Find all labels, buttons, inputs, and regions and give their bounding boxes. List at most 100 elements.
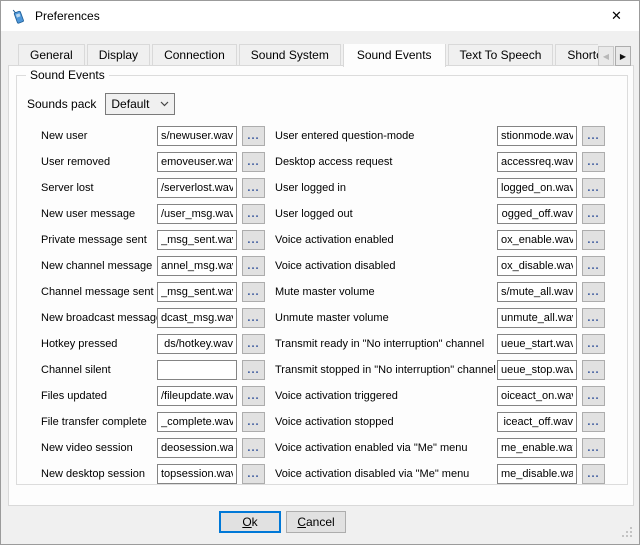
sound-file-input[interactable] [497,334,577,354]
browse-button[interactable]: ... [582,334,605,354]
sound-events-groupbox: Sound Events Sounds pack Default New use… [16,75,628,485]
resize-grip[interactable] [622,527,634,539]
chevron-down-icon [160,101,169,107]
sound-file-input[interactable] [157,152,237,172]
browse-button[interactable]: ... [582,412,605,432]
browse-button[interactable]: ... [242,334,265,354]
sound-event-row: New user message... [41,201,265,227]
sound-event-row: Desktop access request... [275,149,606,175]
sound-file-input[interactable] [497,256,577,276]
sound-file-input[interactable] [497,308,577,328]
sound-event-row: User logged in... [275,175,606,201]
browse-button[interactable]: ... [582,464,605,484]
sound-event-label: User entered question-mode [275,130,497,142]
browse-button[interactable]: ... [242,282,265,302]
browse-button[interactable]: ... [582,204,605,224]
sound-file-input[interactable] [157,412,237,432]
tab-shortcuts[interactable]: Shortcuts [555,44,598,65]
sounds-pack-select[interactable]: Default [105,93,175,115]
sound-file-input[interactable] [157,334,237,354]
sound-event-row: New video session... [41,435,265,461]
sound-event-label: Channel message sent [41,286,157,298]
tab-page-sound-events: Sound Events Sounds pack Default New use… [8,65,634,506]
browse-button[interactable]: ... [242,126,265,146]
sound-file-input[interactable] [157,386,237,406]
browse-button[interactable]: ... [582,308,605,328]
sound-file-input[interactable] [157,204,237,224]
tab-label: Sound System [251,48,329,62]
sound-file-input[interactable] [157,230,237,250]
sound-event-label: Mute master volume [275,286,497,298]
browse-button[interactable]: ... [242,412,265,432]
tab-scroll-right-button[interactable]: ▶ [615,46,631,66]
browse-button[interactable]: ... [582,256,605,276]
sound-event-label: User logged in [275,182,497,194]
tab-sound-events[interactable]: Sound Events [343,44,446,67]
close-icon[interactable]: ✕ [594,1,639,30]
browse-button[interactable]: ... [242,204,265,224]
sound-file-input[interactable] [157,464,237,484]
tab-general[interactable]: General [18,44,85,65]
sound-file-input[interactable] [497,464,577,484]
sound-file-input[interactable] [157,360,237,380]
sound-file-input[interactable] [497,126,577,146]
sound-file-input[interactable] [497,386,577,406]
tab-display[interactable]: Display [87,44,150,65]
sound-event-label: New user message [41,208,157,220]
browse-button[interactable]: ... [582,386,605,406]
sound-event-row: Files updated... [41,383,265,409]
sound-file-input[interactable] [497,412,577,432]
sound-file-input[interactable] [157,282,237,302]
sound-file-input[interactable] [157,178,237,198]
tab-scroller: ◀ ▶ [597,46,631,66]
browse-button[interactable]: ... [582,178,605,198]
browse-button[interactable]: ... [582,360,605,380]
sound-event-row: New desktop session... [41,461,265,487]
sound-event-label: Unmute master volume [275,312,497,324]
tab-text-to-speech[interactable]: Text To Speech [448,44,554,65]
sound-event-label: Desktop access request [275,156,497,168]
tab-scroll-left-button[interactable]: ◀ [598,46,614,66]
sound-file-input[interactable] [497,230,577,250]
titlebar: Preferences ✕ [1,1,639,31]
tab-label: General [30,48,73,62]
browse-button[interactable]: ... [582,126,605,146]
browse-button[interactable]: ... [242,386,265,406]
browse-button[interactable]: ... [242,152,265,172]
browse-button[interactable]: ... [242,230,265,250]
sound-file-input[interactable] [497,204,577,224]
sound-event-row: New broadcast message... [41,305,265,331]
sound-event-label: Files updated [41,390,157,402]
browse-button[interactable]: ... [582,282,605,302]
browse-button[interactable]: ... [582,438,605,458]
sounds-pack-value: Default [111,97,160,111]
browse-button[interactable]: ... [242,438,265,458]
sound-event-label: New desktop session [41,468,157,480]
tab-label: Text To Speech [460,48,542,62]
tab-bar: General DisplayConnection Sound System Soun… [18,44,598,67]
sound-file-input[interactable] [157,126,237,146]
browse-button[interactable]: ... [582,152,605,172]
browse-button[interactable]: ... [242,256,265,276]
sound-event-row: Voice activation disabled... [275,253,606,279]
browse-button[interactable]: ... [582,230,605,250]
sound-event-row: Voice activation enabled... [275,227,606,253]
tab-connection[interactable]: Connection [152,44,237,65]
sound-event-label: User removed [41,156,157,168]
sound-file-input[interactable] [497,360,577,380]
ok-button[interactable]: Ok [219,511,281,533]
tab-sound-system[interactable]: Sound System [239,44,341,65]
sound-file-input[interactable] [157,256,237,276]
sound-file-input[interactable] [157,308,237,328]
sound-file-input[interactable] [497,152,577,172]
cancel-button[interactable]: Cancel [286,511,346,533]
browse-button[interactable]: ... [242,464,265,484]
sound-file-input[interactable] [157,438,237,458]
sound-events-column-left: New user...User removed...Server lost...… [41,123,265,487]
sound-file-input[interactable] [497,438,577,458]
browse-button[interactable]: ... [242,178,265,198]
sound-file-input[interactable] [497,282,577,302]
browse-button[interactable]: ... [242,308,265,328]
browse-button[interactable]: ... [242,360,265,380]
sound-file-input[interactable] [497,178,577,198]
